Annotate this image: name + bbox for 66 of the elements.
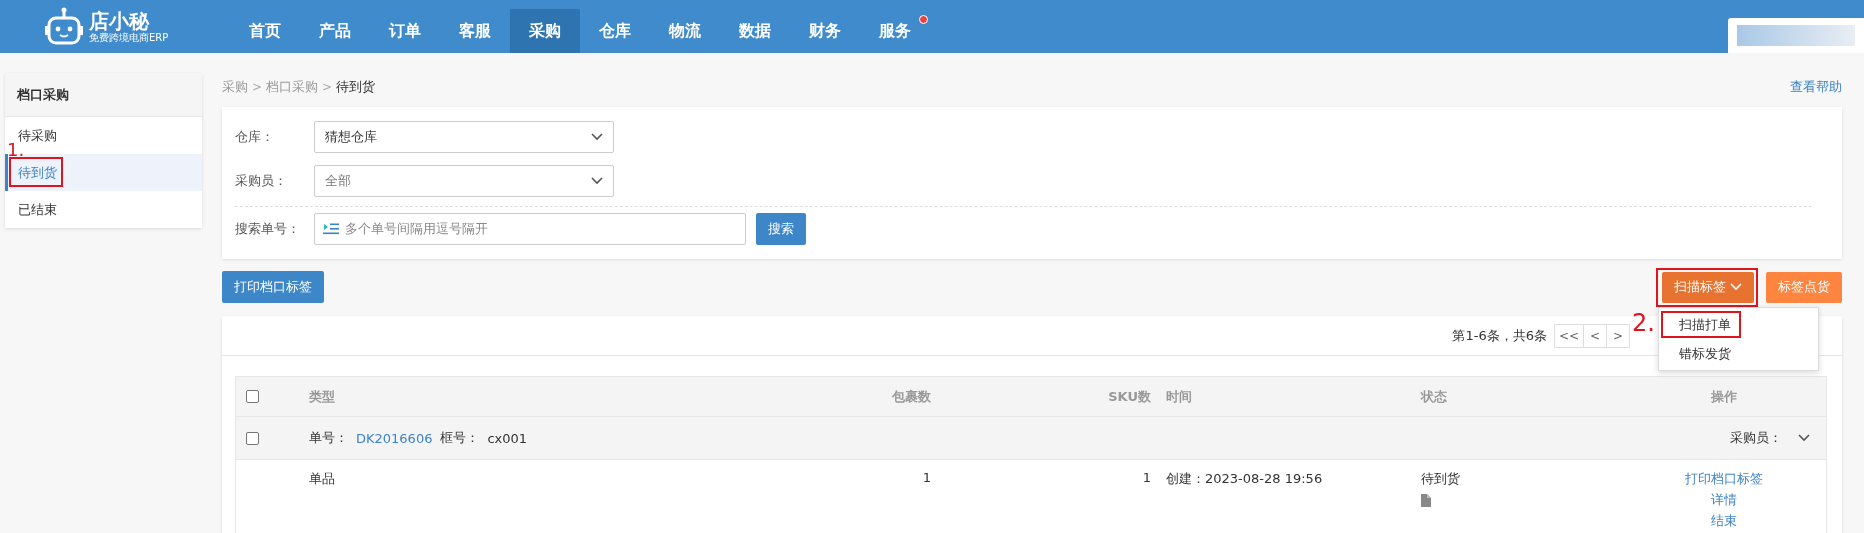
label-count-button[interactable]: 标签点货: [1766, 271, 1842, 303]
page-button[interactable]: <: [1583, 323, 1607, 348]
table-cell-text: 创建：2023-08-28 19:56: [1165, 470, 1324, 488]
table-cell-text: 1: [1141, 470, 1151, 485]
column-header: 操作: [1709, 387, 1738, 406]
action-link[interactable]: 打印档口标签: [1684, 470, 1763, 488]
nav-tab[interactable]: 首页: [230, 9, 300, 53]
chevron-down-icon: [1798, 434, 1810, 442]
annotation-number: 1.: [7, 143, 25, 156]
nav-tab[interactable]: 采购: [510, 9, 580, 53]
menu-item[interactable]: 扫描打单: [1659, 310, 1818, 339]
logo-tagline: 免费跨境电商ERP: [89, 31, 169, 44]
box-label: 框号：: [440, 429, 480, 447]
column-header: 类型: [309, 387, 336, 406]
breadcrumb-separator: >: [252, 80, 263, 94]
action-link[interactable]: 结束: [1710, 512, 1737, 530]
help-link[interactable]: 查看帮助: [1790, 78, 1842, 96]
nav-tab[interactable]: 服务: [860, 9, 930, 53]
filter-label: 采购员：: [235, 172, 288, 190]
pagination-summary: 第1-6条，共6条: [1452, 326, 1547, 345]
select-all-checkbox[interactable]: [246, 390, 259, 403]
breadcrumb-item[interactable]: 采购: [222, 78, 248, 96]
table-cell-text: 单品: [309, 470, 336, 488]
chevron-down-icon: [591, 133, 603, 141]
annotation-number: 2.: [1632, 311, 1655, 335]
chevron-down-icon: [591, 177, 603, 185]
nav-tab[interactable]: 物流: [650, 9, 720, 53]
filter-label: 搜索单号：: [235, 219, 301, 238]
order-number-link[interactable]: DK2016606: [356, 430, 433, 446]
list-icon: [323, 222, 339, 235]
menu-item[interactable]: 错标发货: [1659, 339, 1818, 368]
breadcrumb-item[interactable]: 档口采购: [266, 78, 319, 96]
robot-logo-icon: [45, 6, 83, 47]
document-icon[interactable]: [1421, 494, 1431, 507]
sidebar-item[interactable]: 已结束: [5, 191, 202, 228]
sidebar-title: 档口采购: [5, 73, 202, 117]
buyer-label: 采购员：: [1730, 429, 1782, 447]
column-header: 时间: [1165, 387, 1193, 406]
chevron-down-icon: [1730, 283, 1742, 291]
filter-label: 仓库：: [235, 128, 275, 146]
nav-tab[interactable]: 财务: [790, 9, 860, 53]
nav-tab[interactable]: 产品: [300, 9, 370, 53]
table-cell-text: 1: [921, 470, 931, 485]
box-number: cx001: [487, 430, 528, 446]
search-field[interactable]: 多个单号间隔用逗号隔开: [314, 212, 746, 245]
search-button[interactable]: 搜索: [756, 212, 806, 245]
column-header: 包裹数: [891, 387, 931, 406]
breadcrumb-separator: >: [322, 80, 333, 94]
logo-name: 店小秘: [89, 9, 151, 32]
nav-tab[interactable]: 客服: [440, 9, 510, 53]
page-button[interactable]: <<: [1554, 323, 1584, 348]
breadcrumb-item: 待到货: [336, 78, 376, 96]
status-text: 待到货: [1421, 470, 1460, 488]
annotation-frame: [9, 157, 63, 187]
column-header: SKU数: [1107, 387, 1151, 406]
filter-select[interactable]: 全部: [314, 165, 614, 197]
nav-tab[interactable]: 仓库: [580, 9, 650, 53]
print-labels-button[interactable]: 打印档口标签: [222, 271, 324, 303]
nav-tab[interactable]: 订单: [370, 9, 440, 53]
column-header: 状态: [1421, 387, 1448, 406]
nav-tab[interactable]: 数据: [720, 9, 790, 53]
filter-select[interactable]: 猜想仓库: [314, 121, 614, 153]
action-link[interactable]: 详情: [1710, 491, 1737, 509]
order-label: 单号：: [309, 429, 348, 447]
page-button[interactable]: >: [1606, 323, 1630, 348]
row-checkbox[interactable]: [246, 431, 259, 445]
